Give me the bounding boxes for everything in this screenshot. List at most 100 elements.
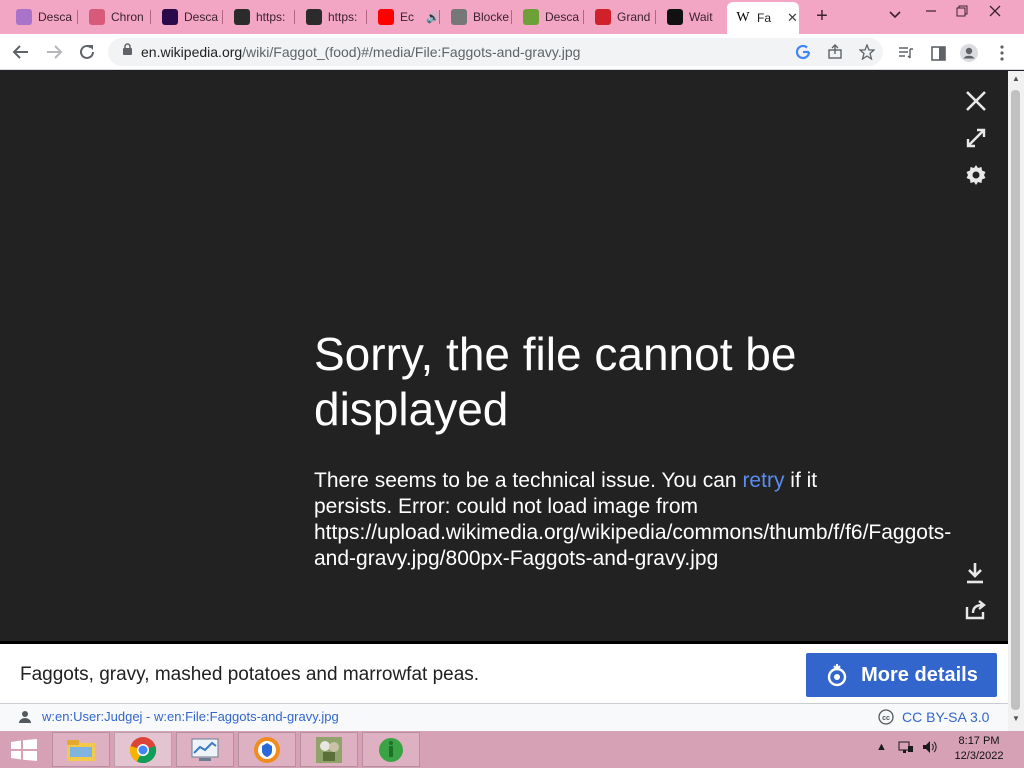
retry-link[interactable]: retry (742, 469, 784, 492)
svg-text:cc: cc (882, 715, 890, 722)
plants-vs-zombies-icon (316, 736, 342, 763)
tab[interactable]: Desca (8, 4, 78, 30)
globe-icon (451, 9, 467, 25)
show-hidden-icons[interactable]: ▲ (876, 741, 887, 753)
forward-button[interactable] (42, 40, 66, 64)
tab-active[interactable]: W Fa ✕ (727, 2, 799, 34)
profile-avatar-icon[interactable] (958, 42, 980, 64)
tab[interactable]: https: (226, 4, 296, 30)
windows-taskbar: ▲ 8:17 PM 12/3/2022 (0, 731, 1024, 768)
media-viewer: Sorry, the file cannot be displayed Ther… (0, 71, 1008, 641)
taskbar-avast-browser[interactable] (238, 732, 296, 767)
start-button[interactable] (10, 739, 38, 766)
tab-search-icon[interactable] (889, 8, 901, 22)
tab-separator (511, 10, 512, 24)
tab-separator (294, 10, 295, 24)
reading-list-icon[interactable] (895, 42, 917, 64)
scrollbar-thumb[interactable] (1011, 90, 1020, 710)
scroll-down-icon[interactable]: ▼ (1012, 714, 1020, 723)
avast-browser-icon (254, 736, 280, 763)
scroll-up-icon[interactable]: ▲ (1012, 74, 1020, 83)
after-effects-icon (162, 9, 178, 25)
tab-title: Desca (184, 10, 219, 24)
license-link[interactable]: cc CC BY-SA 3.0 (878, 709, 989, 725)
photo-icon (234, 9, 250, 25)
tab-separator (655, 10, 656, 24)
close-icon[interactable] (963, 88, 989, 114)
reload-button[interactable] (75, 40, 99, 64)
taskbar-chrome[interactable] (114, 732, 172, 767)
url-domain: en.wikipedia.org (141, 44, 243, 60)
tab-title: Desca (38, 10, 73, 24)
share-icon[interactable] (827, 44, 843, 65)
close-tab-icon[interactable]: ✕ (787, 10, 798, 26)
error-message: There seems to be a technical issue. You… (314, 468, 1004, 572)
game-icon (523, 9, 539, 25)
speaker-icon[interactable]: 🔊 (426, 11, 440, 24)
share-icon[interactable] (963, 597, 989, 623)
user-icon (19, 710, 31, 723)
chrome-icon (129, 736, 157, 763)
back-button[interactable] (9, 40, 33, 64)
bookmark-star-icon[interactable] (858, 43, 876, 65)
clock-time: 8:17 PM (958, 735, 1000, 747)
metadata-bar: w:en:User:Judgej - w:en:File:Faggots-and… (0, 703, 1008, 731)
network-icon[interactable] (898, 740, 914, 757)
system-clock[interactable]: 8:17 PM 12/3/2022 (948, 734, 1010, 764)
address-bar[interactable]: en.wikipedia.org/wiki/Faggot_(food)#/med… (108, 38, 883, 66)
creative-commons-icon: cc (878, 709, 894, 725)
new-tab-button[interactable]: + (811, 6, 833, 28)
tab-strip: Desca Chron Desca https: https: Ec 🔊 Blocke Desc… (0, 0, 1024, 34)
tab-title: Fa (757, 11, 772, 25)
tab-title: Grand (617, 10, 651, 24)
minimize-button[interactable] (916, 4, 946, 20)
taskbar-pvz[interactable] (300, 732, 358, 767)
taskbar-system-monitor[interactable] (176, 732, 234, 767)
more-details-button[interactable]: More details (806, 653, 997, 697)
tab[interactable]: Chron (81, 4, 151, 30)
tab[interactable]: Desca (515, 4, 585, 30)
fullscreen-icon[interactable] (963, 125, 989, 151)
author-text[interactable]: w:en:User:Judgej - w:en:File:Faggots-and… (42, 709, 339, 724)
image-caption: Faggots, gravy, mashed potatoes and marr… (20, 664, 480, 685)
restore-button[interactable] (947, 4, 977, 20)
photo-icon (306, 9, 322, 25)
volume-icon[interactable] (922, 740, 938, 757)
settings-gear-icon[interactable] (963, 162, 989, 188)
google-lens-icon[interactable] (795, 44, 811, 65)
green-app-icon (379, 737, 403, 762)
commons-logo-icon (827, 664, 847, 687)
tab-title: https: (256, 10, 286, 24)
tab[interactable]: Wait (659, 4, 729, 30)
side-panel-icon[interactable] (927, 42, 949, 64)
taskbar-green-app[interactable] (362, 732, 420, 767)
tab[interactable]: Desca (154, 4, 224, 30)
tab-separator (222, 10, 223, 24)
error-text-before: There seems to be a technical issue. You… (314, 469, 743, 492)
tab-separator (77, 10, 78, 24)
chrome-menu-icon[interactable] (991, 42, 1013, 64)
tab[interactable]: https: (298, 4, 368, 30)
taskbar-file-explorer[interactable] (52, 732, 110, 767)
tab-title: Blocke (473, 10, 510, 24)
close-window-button[interactable] (980, 4, 1010, 20)
browser-toolbar: en.wikipedia.org/wiki/Faggot_(food)#/med… (0, 34, 1024, 70)
license-text[interactable]: CC BY-SA 3.0 (902, 709, 989, 725)
tab-separator (583, 10, 584, 24)
author-attribution[interactable]: w:en:User:Judgej - w:en:File:Faggots-and… (18, 709, 339, 724)
lock-icon[interactable] (122, 43, 133, 61)
tab[interactable]: Ec 🔊 (370, 4, 440, 30)
tab-title: Wait (689, 10, 713, 24)
checkmark-icon (16, 9, 32, 25)
more-details-label: More details (861, 663, 978, 686)
tab-title: https: (328, 10, 358, 24)
tab-title: Ec (400, 10, 415, 24)
download-icon[interactable] (962, 560, 988, 586)
tab-title: Desca (545, 10, 580, 24)
clock-date: 12/3/2022 (954, 750, 1004, 762)
url-text[interactable]: en.wikipedia.org/wiki/Faggot_(food)#/med… (141, 44, 580, 60)
tab[interactable]: Grand (587, 4, 657, 30)
tab[interactable]: Blocke (443, 4, 513, 30)
wikipedia-icon: W (736, 10, 750, 25)
caption-bar: Faggots, gravy, mashed potatoes and marr… (0, 641, 1008, 703)
